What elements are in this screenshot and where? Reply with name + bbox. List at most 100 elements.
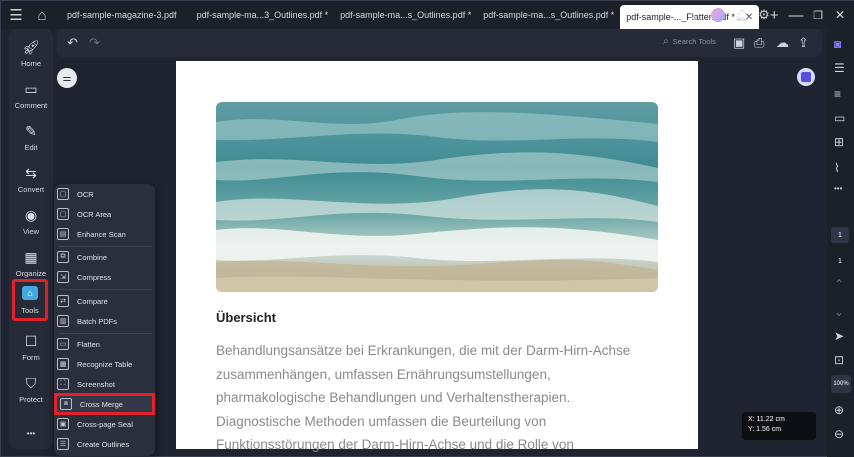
menu-item-label: Screenshot — [77, 379, 115, 389]
menu-item-label: Enhance Scan — [77, 229, 126, 239]
avatar[interactable] — [711, 8, 725, 22]
chevron-down-icon[interactable]: ⌄ — [834, 305, 844, 319]
toolbar: ↶ ↷ ⌕ Search Tools ▣ ⎙ ☁ ⇪ — [57, 29, 822, 57]
tab-4[interactable]: pdf-sample-ma...s_Outlines.pdf * — [477, 4, 620, 26]
window-controls: ⌄ 🔔︎ ⚙ — ❐ ✕ — [683, 1, 854, 29]
menu-item-label: Combine — [77, 252, 108, 262]
current-page-number[interactable]: 1 — [831, 227, 849, 243]
body-line: pharmakologische Behandlungen und Verhal… — [216, 390, 571, 405]
tab-3[interactable]: pdf-sample-ma...s_Outlines.pdf * — [334, 4, 477, 26]
nav-organize[interactable]: ▦ Organize — [9, 243, 53, 283]
organize-icon: ▦ — [24, 248, 38, 265]
menu-item-batch-pdfs[interactable]: ▥ Batch PDFs — [54, 311, 155, 331]
body-paragraph: Behandlungsansätze bei Erkrankungen, die… — [216, 339, 676, 457]
convert-icon: ⇆ — [25, 164, 37, 181]
zoom-in-icon[interactable]: ⊕ — [834, 403, 844, 417]
more-icon[interactable]: ••• — [834, 184, 842, 193]
nav-label: Home — [20, 58, 41, 68]
settings-sliders-icon[interactable]: ⚌ — [57, 68, 77, 88]
nav-label: Comment — [14, 100, 48, 110]
ocr-area-icon: ▢ — [57, 208, 69, 220]
nav-view[interactable]: ◉ View — [9, 201, 53, 241]
nav-label: Form — [22, 352, 40, 362]
menu-item-ocr-area[interactable]: ▢ OCR Area — [54, 204, 155, 224]
menu-item-cross-page-seal[interactable]: ▣ Cross-page Seal — [54, 414, 155, 434]
menu-item-label: Compare — [77, 296, 108, 306]
more-nav-button[interactable]: ••• — [9, 415, 53, 455]
menu-item-label: OCR — [77, 189, 94, 199]
tab-label: pdf-sample-magazine-3.pdf — [67, 10, 177, 20]
chevron-down-icon[interactable]: ⌄ — [683, 4, 705, 26]
restore-icon[interactable]: ❐ — [807, 4, 829, 26]
nav-edit[interactable]: ✎ Edit — [9, 117, 53, 157]
menu-item-screenshot[interactable]: ⛶ Screenshot — [54, 374, 155, 394]
menu-item-compress[interactable]: ⇲ Compress — [54, 267, 155, 287]
seal-icon: ▣ — [57, 418, 69, 430]
menu-item-create-outlines[interactable]: ☰ Create Outlines — [54, 434, 155, 454]
save-icon[interactable]: ▣ — [733, 35, 745, 51]
bell-icon[interactable]: 🔔︎ — [731, 4, 753, 26]
menu-item-cross-merge[interactable]: ⧈ Cross Merge — [54, 393, 155, 415]
menu-item-enhance-scan[interactable]: ▤ Enhance Scan — [54, 224, 155, 244]
chevron-up-icon[interactable]: ⌃ — [834, 277, 844, 291]
menu-item-flatten[interactable]: ▭ Flatten — [54, 334, 155, 354]
menu-item-label: Batch PDFs — [77, 316, 118, 326]
close-window-icon[interactable]: ✕ — [829, 4, 851, 26]
outlines-icon: ☰ — [57, 438, 69, 450]
redo-icon[interactable]: ↷ — [89, 35, 100, 51]
share-icon[interactable]: ⇪ — [798, 35, 809, 51]
comment-icon: ▭ — [24, 80, 38, 97]
tab-1[interactable]: pdf-sample-magazine-3.pdf — [61, 4, 183, 26]
right-rail: ◙ ☰ ≡ ▭ ⊞ ⌇ ••• 1 1 ⌃ ⌄ ➤ ⊡ 100% ⊕ ⊖ — [827, 29, 854, 457]
search-placeholder: Search Tools — [672, 37, 716, 46]
body-line: Behandlungsansätze bei Erkrankungen, die… — [216, 343, 631, 358]
document-canvas[interactable]: ⚌ Übersicht Behandlungsansätze bei Erkra… — [57, 59, 822, 452]
nav-protect[interactable]: ⛉ Protect — [9, 369, 53, 409]
print-icon[interactable]: ⎙ — [754, 35, 764, 51]
menu-item-label: OCR Area — [77, 209, 112, 219]
upload-cloud-icon[interactable]: ☁ — [776, 35, 789, 51]
enhance-scan-icon: ▤ — [57, 228, 69, 240]
search-tools[interactable]: ⌕ Search Tools — [663, 36, 716, 47]
nav-home[interactable]: 🚀︎ Home — [9, 33, 53, 73]
gear-icon[interactable]: ⚙ — [753, 4, 775, 26]
compress-icon: ⇲ — [57, 271, 69, 283]
ai-assistant-icon[interactable] — [797, 68, 815, 86]
compare-icon: ⇄ — [57, 295, 69, 307]
list-icon[interactable]: ≡ — [834, 87, 841, 101]
fit-page-icon[interactable]: ⊡ — [834, 353, 844, 367]
nav-comment[interactable]: ▭ Comment — [9, 75, 53, 115]
nav-label: Tools — [21, 305, 39, 315]
nav-form[interactable]: ☐ Form — [9, 327, 53, 367]
layout-icon[interactable]: ⊞ — [834, 135, 844, 149]
nav-convert[interactable]: ⇆ Convert — [9, 159, 53, 199]
menu-item-recognize-table[interactable]: ▦ Recognize Table — [54, 354, 155, 374]
tab-label: pdf-sample-ma...s_Outlines.pdf * — [340, 10, 472, 20]
menu-item-label: Flatten — [77, 339, 100, 349]
undo-icon[interactable]: ↶ — [67, 35, 78, 51]
tools-icon: ⌂ — [22, 285, 38, 304]
ai-chat-icon[interactable]: ◙ — [834, 37, 841, 51]
menu-item-compare[interactable]: ⇄ Compare — [54, 291, 155, 311]
menu-item-label: Cross Merge — [80, 399, 123, 409]
tab-label: pdf-sample-ma...s_Outlines.pdf * — [483, 10, 615, 20]
menu-item-combine[interactable]: ⧉ Combine — [54, 247, 155, 267]
home-tab-icon[interactable]: ⌂ — [31, 4, 53, 26]
menu-item-ocr[interactable]: ▢ OCR — [54, 184, 155, 204]
edit-icon: ✎ — [25, 122, 37, 139]
pdf-page[interactable]: Übersicht Behandlungsansätze bei Erkrank… — [176, 61, 698, 452]
panel-icon[interactable]: ☰ — [834, 61, 845, 75]
search-icon: ⌕ — [663, 36, 669, 47]
combine-icon: ⧉ — [57, 251, 69, 263]
nav-tools[interactable]: ⌂ Tools — [12, 279, 48, 321]
zoom-level[interactable]: 100% — [831, 375, 851, 393]
left-nav: 🚀︎ Home ▭ Comment ✎ Edit ⇆ Convert ◉ Vie… — [9, 29, 53, 449]
select-cursor-icon[interactable]: ➤ — [834, 329, 844, 343]
zoom-out-icon[interactable]: ⊖ — [834, 427, 844, 441]
attachment-icon[interactable]: ⌇ — [834, 161, 840, 175]
nav-label: Organize — [15, 268, 47, 278]
comment-panel-icon[interactable]: ▭ — [834, 111, 845, 125]
menu-icon[interactable]: ☰ — [5, 4, 27, 26]
tab-2[interactable]: pdf-sample-ma...3_Outlines.pdf * — [191, 4, 335, 26]
minimize-icon[interactable]: — — [785, 4, 807, 26]
